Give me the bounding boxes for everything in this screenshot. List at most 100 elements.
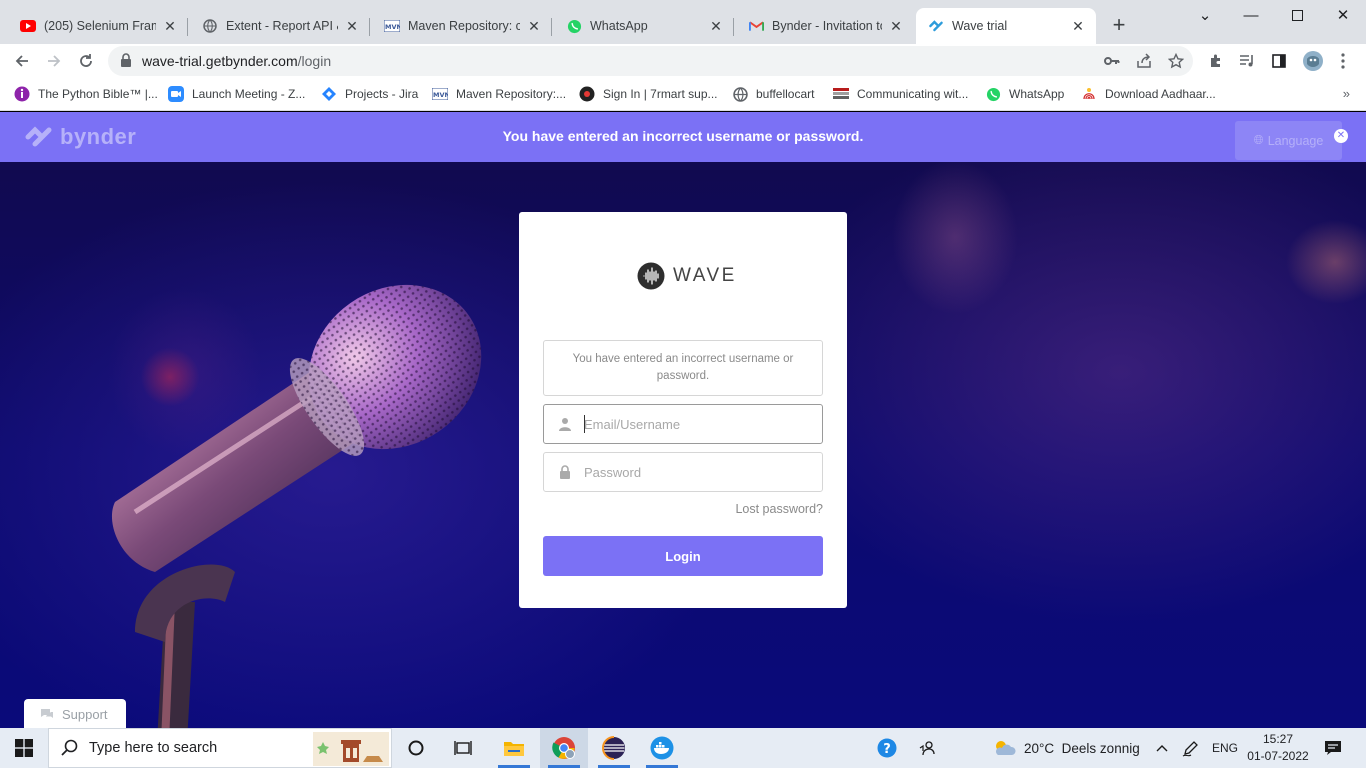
- search-icon: [61, 739, 78, 756]
- jira-icon: [321, 86, 337, 102]
- wave-logo-text: WAVE: [673, 265, 737, 286]
- input-language[interactable]: ENG: [1212, 728, 1238, 768]
- pen-icon: [1182, 741, 1198, 757]
- side-panel-icon[interactable]: [1270, 52, 1288, 70]
- tab-whatsapp[interactable]: WhatsApp ✕: [554, 8, 734, 44]
- folder-icon: [504, 742, 524, 756]
- people-button[interactable]: [912, 728, 942, 768]
- tab-title: Extent - Report API &: [226, 19, 338, 33]
- mvn-icon: MVN: [384, 18, 400, 34]
- profile-avatar-icon[interactable]: [1302, 50, 1324, 72]
- task-view-button[interactable]: [440, 728, 486, 768]
- more-menu-icon[interactable]: [1334, 52, 1352, 70]
- support-button[interactable]: Support: [24, 699, 126, 728]
- bookmark-buffellocart[interactable]: buffellocart: [732, 85, 814, 103]
- back-button[interactable]: [10, 49, 34, 73]
- help-button[interactable]: ?: [872, 728, 902, 768]
- login-page: bynder You have entered an incorrect use…: [0, 112, 1366, 728]
- tab-search-icon[interactable]: ⌄: [1182, 0, 1228, 30]
- globe-icon: 🌐︎: [1253, 133, 1264, 147]
- taskbar-search[interactable]: Type here to search: [48, 728, 392, 768]
- bookmark-whatsapp[interactable]: WhatsApp: [985, 85, 1064, 103]
- eclipse-button[interactable]: [590, 728, 638, 768]
- bookmark-maven[interactable]: MVN Maven Repository:...: [432, 85, 566, 103]
- forward-button[interactable]: [42, 49, 66, 73]
- gmail-icon: [748, 18, 764, 34]
- python-bible-icon: [14, 86, 30, 102]
- chrome-button[interactable]: [540, 728, 588, 768]
- bookmark-label: Launch Meeting - Z...: [192, 87, 306, 101]
- bookmark-jira[interactable]: Projects - Jira: [321, 85, 418, 103]
- bookmark-label: buffellocart: [756, 87, 815, 101]
- close-tab-icon[interactable]: ✕: [526, 18, 542, 34]
- system-clock[interactable]: 15:27 01-07-2022: [1240, 731, 1316, 765]
- wave-logo: WAVE: [637, 262, 737, 290]
- tab-extent[interactable]: Extent - Report API & ✕: [190, 8, 370, 44]
- start-button[interactable]: [0, 728, 48, 768]
- docker-icon: [650, 736, 674, 760]
- close-tab-icon[interactable]: ✕: [162, 18, 178, 34]
- share-icon[interactable]: [1136, 53, 1152, 69]
- tab-gmail[interactable]: Bynder - Invitation to ✕: [736, 8, 914, 44]
- cortana-button[interactable]: [394, 728, 438, 768]
- tab-title: Maven Repository: co: [408, 19, 520, 33]
- bynder-icon: [928, 18, 944, 34]
- bookmark-python-bible[interactable]: The Python Bible™ |...: [14, 85, 158, 103]
- eclipse-icon: [602, 736, 625, 760]
- password-field[interactable]: [543, 452, 823, 492]
- password-input[interactable]: [584, 462, 814, 482]
- microphone-image: [111, 284, 482, 728]
- new-tab-button[interactable]: +: [1108, 14, 1130, 36]
- chat-icon: [41, 709, 53, 718]
- url-host: wave-trial.getbynder.com: [142, 53, 298, 69]
- windows-logo-icon: [15, 739, 33, 757]
- tab-selenium[interactable]: (205) Selenium Framew ✕: [8, 8, 188, 44]
- tab-maven[interactable]: MVN Maven Repository: co ✕: [372, 8, 552, 44]
- pen-button[interactable]: [1178, 728, 1204, 768]
- search-placeholder: Type here to search: [89, 740, 218, 756]
- username-input[interactable]: [584, 414, 814, 434]
- weather-widget[interactable]: 20°C Deels zonnig: [992, 728, 1140, 768]
- notifications-button[interactable]: [1318, 728, 1348, 768]
- media-control-icon[interactable]: [1238, 52, 1256, 70]
- globe-icon: [202, 18, 218, 34]
- bookmark-label: Communicating wit...: [857, 87, 969, 101]
- file-explorer-button[interactable]: [490, 728, 538, 768]
- show-hidden-icons-button[interactable]: [1150, 728, 1174, 768]
- extensions-icon[interactable]: [1207, 52, 1225, 70]
- bookmarks-overflow-icon[interactable]: »: [1343, 86, 1350, 101]
- maximize-button[interactable]: [1274, 0, 1320, 30]
- svg-text:MVN: MVN: [433, 91, 448, 99]
- close-banner-icon[interactable]: ✕: [1334, 129, 1348, 143]
- bookmark-zoom[interactable]: Launch Meeting - Z...: [168, 85, 305, 103]
- language-selector[interactable]: 🌐︎ Language: [1235, 121, 1342, 160]
- tab-wave-trial[interactable]: Wave trial ✕: [916, 8, 1096, 44]
- tab-strip: (205) Selenium Framew ✕ Extent - Report …: [0, 0, 1366, 44]
- bookmark-7rmart[interactable]: Sign In | 7rmart sup...: [579, 85, 718, 103]
- bookmark-aadhaar[interactable]: Download Aadhaar...: [1081, 85, 1216, 103]
- window-close-button[interactable]: ✕: [1320, 0, 1366, 30]
- minimize-button[interactable]: —: [1228, 0, 1274, 30]
- login-button[interactable]: Login: [543, 536, 823, 576]
- svg-text:?: ?: [883, 742, 891, 757]
- close-tab-icon[interactable]: ✕: [1070, 18, 1086, 34]
- close-tab-icon[interactable]: ✕: [888, 18, 904, 34]
- support-label: Support: [62, 706, 108, 722]
- reload-button[interactable]: [74, 49, 98, 73]
- lost-password-link[interactable]: Lost password?: [735, 502, 823, 516]
- close-tab-icon[interactable]: ✕: [344, 18, 360, 34]
- bookmark-star-icon[interactable]: [1168, 53, 1184, 69]
- lock-icon: [560, 465, 570, 479]
- key-icon[interactable]: [1104, 53, 1120, 69]
- lock-icon[interactable]: [120, 53, 132, 70]
- close-tab-icon[interactable]: ✕: [708, 18, 724, 34]
- cortana-icon: [408, 740, 424, 756]
- docker-button[interactable]: [638, 728, 686, 768]
- error-banner-message: You have entered an incorrect username o…: [502, 128, 864, 144]
- username-field[interactable]: [543, 404, 823, 444]
- globe-icon: [732, 86, 748, 102]
- weather-text: 20°C Deels zonnig: [1024, 740, 1140, 756]
- bookmark-communicating[interactable]: Communicating wit...: [833, 85, 968, 103]
- address-bar[interactable]: wave-trial.getbynder.com/login: [108, 46, 1193, 76]
- search-highlight-image: [313, 732, 389, 766]
